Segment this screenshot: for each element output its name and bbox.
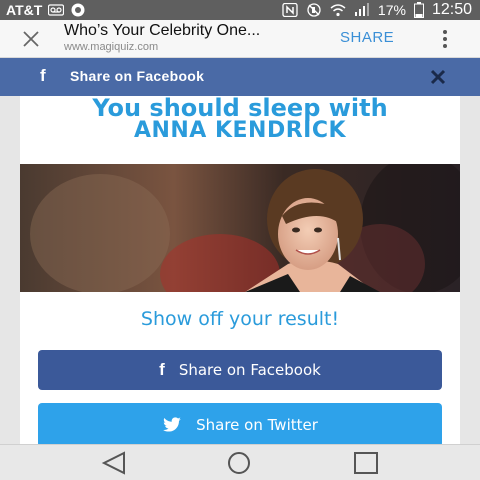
signal-icon bbox=[354, 3, 369, 16]
home-icon[interactable] bbox=[223, 450, 255, 476]
twitter-icon bbox=[163, 417, 181, 432]
wifi-icon bbox=[330, 4, 346, 17]
browser-toolbar: Who’s Your Celebrity One... www.magiquiz… bbox=[0, 20, 480, 58]
page-title: Who’s Your Celebrity One... bbox=[64, 22, 261, 39]
carrier-label: AT&T bbox=[6, 2, 43, 18]
close-icon[interactable] bbox=[430, 69, 446, 85]
back-icon[interactable] bbox=[98, 450, 130, 476]
voicemail-icon bbox=[48, 4, 65, 16]
nfc-icon bbox=[282, 3, 298, 17]
close-icon[interactable] bbox=[20, 28, 42, 50]
result-card: You should sleep with ANNA KENDRICK Show… bbox=[20, 96, 460, 444]
celebrity-photo bbox=[20, 164, 460, 292]
sticky-facebook-share-bar[interactable]: f Share on Facebook bbox=[0, 58, 480, 96]
mute-icon bbox=[307, 3, 321, 17]
share-twitter-button[interactable]: Share on Twitter bbox=[38, 403, 442, 444]
app-icon bbox=[71, 3, 85, 17]
battery-percent: 17% bbox=[377, 2, 406, 18]
show-off-text: Show off your result! bbox=[140, 308, 340, 330]
battery-icon bbox=[413, 2, 424, 18]
page-url: www.magiquiz.com bbox=[64, 41, 159, 53]
share-button[interactable]: SHARE bbox=[340, 29, 394, 46]
more-vert-icon[interactable] bbox=[438, 28, 452, 50]
system-nav-bar bbox=[0, 444, 480, 480]
share-twitter-label: Share on Twitter bbox=[196, 416, 318, 434]
share-facebook-button[interactable]: f Share on Facebook bbox=[38, 350, 442, 390]
result-celebrity-name: ANNA KENDRICK bbox=[133, 118, 347, 143]
facebook-icon: f bbox=[40, 66, 46, 85]
sticky-share-label: Share on Facebook bbox=[70, 68, 205, 84]
facebook-icon: f bbox=[159, 360, 165, 379]
status-bar: AT&T 17% 12:50 bbox=[0, 0, 480, 20]
recents-icon[interactable] bbox=[350, 450, 382, 476]
share-facebook-label: Share on Facebook bbox=[178, 361, 321, 379]
clock: 12:50 bbox=[431, 1, 472, 18]
